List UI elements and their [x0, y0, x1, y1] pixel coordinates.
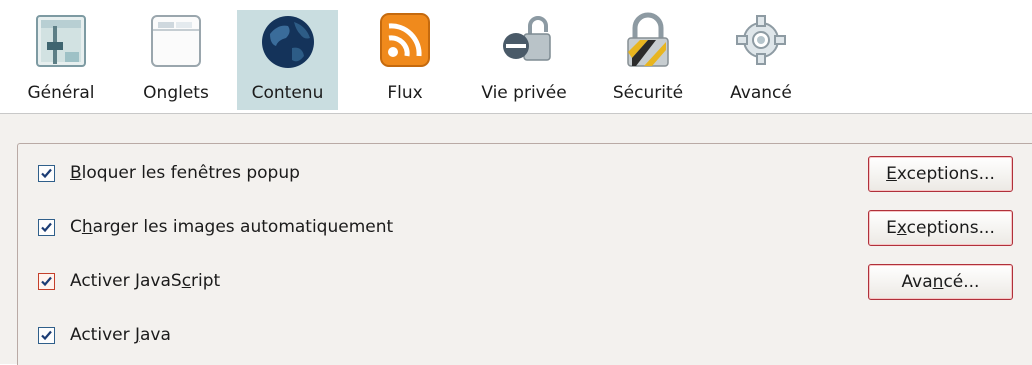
option-label: Charger les images automatiquement	[70, 217, 394, 237]
check-icon	[41, 168, 52, 179]
tab-onglets[interactable]: Onglets	[131, 10, 221, 110]
tab-label: Contenu	[251, 83, 324, 103]
tab-general[interactable]: Général	[16, 10, 106, 110]
tab-label: Général	[27, 83, 95, 103]
javascript-advanced-button[interactable]: Avancé...	[868, 264, 1013, 300]
tab-flux[interactable]: Flux	[365, 10, 445, 110]
option-label: Activer JavaScript	[70, 271, 221, 291]
privacy-mask-lock-icon	[503, 16, 551, 61]
tab-label: Onglets	[143, 83, 209, 103]
images-exceptions-button[interactable]: Exceptions...	[868, 210, 1013, 246]
checkbox[interactable]	[38, 165, 55, 182]
checkbox[interactable]	[38, 327, 55, 344]
globe-icon	[261, 16, 314, 68]
tab-label: Avancé	[730, 83, 792, 103]
tab-label: Vie privée	[481, 83, 567, 103]
check-icon	[41, 276, 52, 287]
check-icon	[41, 222, 52, 233]
tab-securite[interactable]: Sécurité	[598, 10, 698, 110]
tabs-window-icon	[151, 15, 201, 67]
tab-avance[interactable]: Avancé	[716, 10, 806, 110]
option-label: Bloquer les fenêtres popup	[70, 163, 300, 183]
tab-contenu[interactable]: Contenu	[237, 10, 338, 110]
gear-icon	[736, 15, 786, 65]
option-label: Activer Java	[70, 325, 171, 345]
general-settings-icon	[36, 15, 86, 67]
padlock-icon	[627, 12, 669, 67]
preferences-toolbar: Général Onglets Contenu Flux Vie privée …	[0, 0, 1032, 113]
rss-feed-icon	[380, 13, 430, 67]
popup-exceptions-button[interactable]: Exceptions...	[868, 156, 1013, 192]
tab-vie-privee[interactable]: Vie privée	[468, 10, 580, 110]
tab-label: Sécurité	[612, 83, 684, 103]
check-icon	[41, 330, 52, 341]
checkbox[interactable]	[38, 273, 55, 290]
tab-label: Flux	[387, 83, 423, 103]
checkbox[interactable]	[38, 219, 55, 236]
